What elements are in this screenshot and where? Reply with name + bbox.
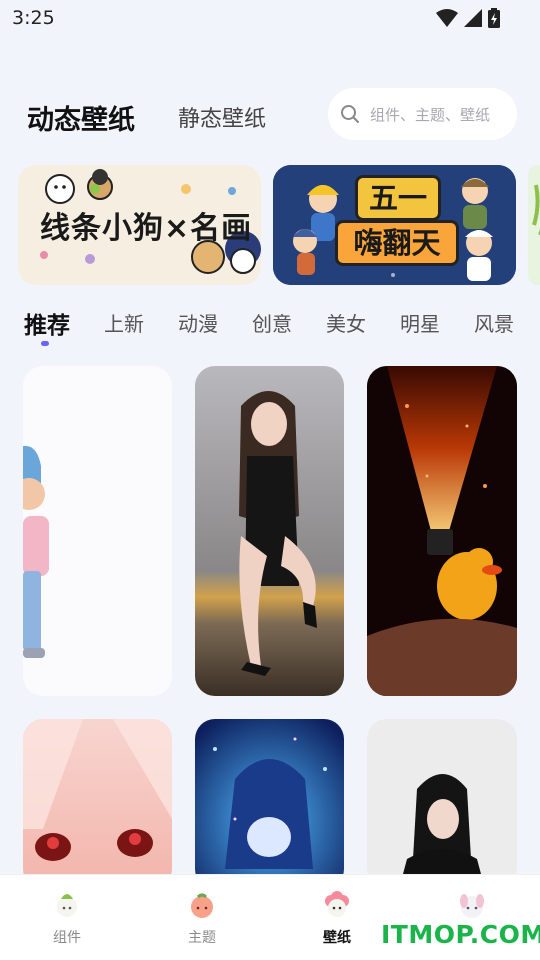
avatar-icon	[460, 894, 484, 918]
category-tab-stars[interactable]: 明星	[400, 308, 440, 337]
wallpaper-image-flashlight-duck	[367, 366, 517, 696]
cellular-signal-icon	[464, 9, 482, 27]
battery-icon	[488, 8, 500, 28]
banner-partial[interactable]	[528, 165, 540, 285]
nav-item-wallpapers[interactable]: 壁纸	[297, 875, 377, 960]
nav-label-wallpapers: 壁纸	[323, 930, 351, 946]
wallpaper-card[interactable]	[367, 366, 517, 696]
header: 动态壁纸 静态壁纸 组件、主题、壁纸	[0, 88, 540, 142]
nav-label-themes: 主题	[188, 930, 216, 946]
nav-label-widgets: 组件	[53, 930, 81, 946]
watermark: ITMOP.COM	[381, 920, 540, 949]
nav-item-themes[interactable]: 主题	[162, 875, 242, 960]
wallpaper-image-woman-black-dress	[195, 366, 344, 696]
category-tabs: 推荐 上新 动漫 创意 美女 明星 风景	[0, 300, 540, 350]
status-icons	[436, 8, 500, 28]
search-icon	[341, 105, 359, 123]
category-tab-scenery[interactable]: 风景	[474, 308, 514, 337]
wallpaper-image-cartoon	[23, 366, 172, 696]
search-placeholder: 组件、主题、壁纸	[370, 106, 491, 124]
search-input[interactable]: 组件、主题、壁纸	[328, 88, 517, 140]
wallpaper-card[interactable]	[195, 719, 344, 889]
widget-icon	[57, 894, 77, 917]
banner-may-day-line1: 五一	[355, 175, 441, 221]
wallpaper-image-anime-blue	[195, 719, 344, 889]
banner-line-dog-title: 线条小狗×名画	[40, 211, 253, 246]
tab-static-wallpaper[interactable]: 静态壁纸	[178, 101, 266, 133]
tab-dynamic-wallpaper[interactable]: 动态壁纸	[27, 98, 135, 137]
wallpaper-card[interactable]	[195, 366, 344, 696]
banner-line-dog[interactable]: 线条小狗×名画	[18, 165, 261, 285]
status-time: 3:25	[12, 7, 55, 29]
wifi-icon	[436, 9, 458, 27]
category-tab-new[interactable]: 上新	[104, 308, 144, 337]
category-tab-beauty[interactable]: 美女	[326, 308, 366, 337]
banner-partial-art	[532, 184, 540, 235]
nav-item-widgets[interactable]: 组件	[27, 875, 107, 960]
theme-icon	[191, 893, 213, 918]
category-active-indicator	[41, 341, 49, 346]
category-tab-recommend[interactable]: 推荐	[24, 306, 70, 340]
banner-may-day-line2: 嗨翻天	[335, 220, 459, 266]
wallpaper-image-anime-eyes	[23, 719, 172, 889]
banner-may-day[interactable]: 五一 嗨翻天	[273, 165, 516, 285]
category-tab-anime[interactable]: 动漫	[178, 308, 218, 337]
category-tab-creative[interactable]: 创意	[252, 308, 292, 337]
wallpaper-image-woman-portrait	[367, 719, 517, 889]
wallpaper-card[interactable]	[23, 719, 172, 889]
status-bar: 3:25	[0, 0, 540, 36]
wallpaper-card[interactable]	[367, 719, 517, 889]
wallpaper-icon	[325, 891, 349, 917]
wallpaper-card[interactable]	[23, 366, 172, 696]
